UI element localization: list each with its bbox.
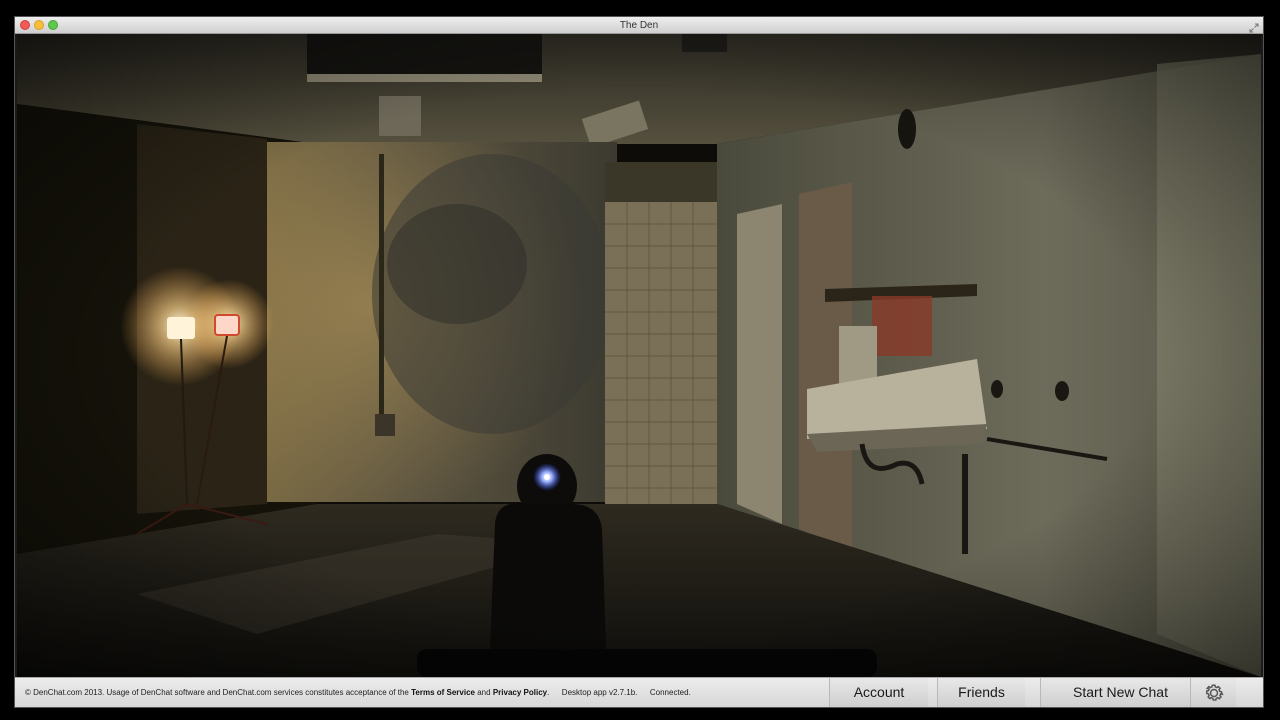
period-text: . <box>547 688 550 697</box>
room-scene <box>17 34 1261 677</box>
account-button[interactable]: Account <box>829 678 928 707</box>
start-new-chat-button[interactable]: Start New Chat <box>1040 678 1200 707</box>
friends-button[interactable]: Friends <box>937 678 1025 707</box>
app-window: The Den © DenChat.com 2013. Usage of Den… <box>14 16 1264 708</box>
title-bar[interactable]: The Den <box>15 17 1263 34</box>
version-text: Desktop app v2.7.1b. <box>561 688 638 697</box>
terms-of-service-link[interactable]: Terms of Service <box>411 688 475 697</box>
copyright-text: © DenChat.com 2013. Usage of DenChat sof… <box>25 688 409 697</box>
settings-button[interactable] <box>1190 678 1236 707</box>
legal-text: © DenChat.com 2013. Usage of DenChat sof… <box>25 678 691 707</box>
video-feed <box>17 34 1261 677</box>
footer-bar: © DenChat.com 2013. Usage of DenChat sof… <box>15 677 1263 707</box>
connection-status: Connected. <box>649 688 691 697</box>
window-title: The Den <box>619 20 659 31</box>
privacy-policy-link[interactable]: Privacy Policy <box>493 688 547 697</box>
and-text: and <box>477 688 491 697</box>
gear-icon <box>1205 684 1223 701</box>
fullscreen-arrows-icon[interactable] <box>1249 20 1259 33</box>
